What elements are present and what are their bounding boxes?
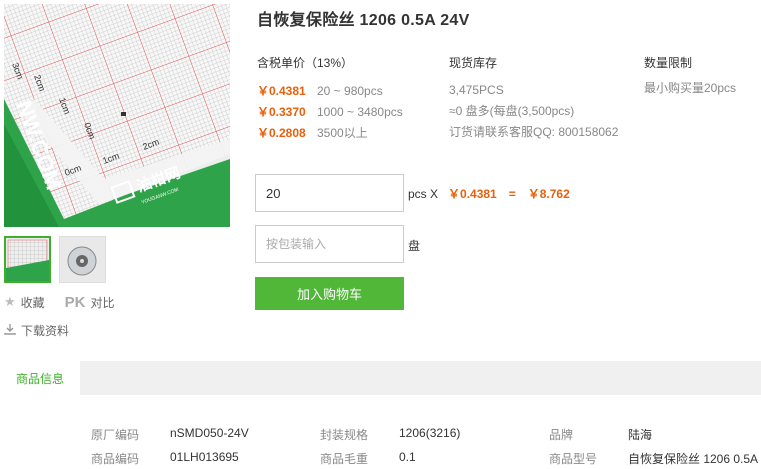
stock-contact: 订货请联系客服QQ: 800158062 <box>449 125 619 139</box>
tier-price: ￥0.2808 <box>257 126 306 140</box>
info-label: 商品编码 <box>91 452 140 466</box>
info-row: 商品编码 01LH013695 商品毛重 0.1 商品型号 自恢复保险丝 120… <box>0 450 761 469</box>
info-label: 封装规格 <box>320 428 369 442</box>
price-calculation: pcs X ￥0.4381 = ￥8.762 <box>408 185 570 202</box>
product-title: 自恢复保险丝 1206 0.5A 24V <box>257 12 470 29</box>
star-icon: ★ <box>4 294 16 309</box>
ruler-board-image: 0cm 1cm 2cm 3cm 2cm 1cm 0cm NW.COM 油柑网 Y… <box>4 4 230 227</box>
stock-reels: ≈0 盘多(每盘(3,500pcs) <box>449 104 575 118</box>
tier-quantity: 1000 ~ 3480pcs <box>317 104 403 119</box>
price-tier-row: ￥0.3370 1000 ~ 3480pcs <box>257 101 403 122</box>
info-value: 1206(3216) <box>399 426 461 440</box>
package-quantity-input[interactable] <box>255 225 404 263</box>
tier-quantity: 3500以上 <box>317 126 368 140</box>
pk-icon: PK <box>64 293 86 311</box>
side-actions: ★ 收藏 PK 对比 下载资料 <box>4 292 115 340</box>
tier-quantity: 20 ~ 980pcs <box>317 83 383 98</box>
info-value: 0.1 <box>399 450 416 464</box>
download-label: 下载资料 <box>21 323 70 338</box>
equals-sign: = <box>508 186 516 201</box>
info-label: 商品型号 <box>549 452 598 466</box>
thumbnail-ruler[interactable] <box>4 236 51 283</box>
price-tier-row: ￥0.2808 3500以上 <box>257 122 403 143</box>
thumbnail-reel[interactable] <box>59 236 106 283</box>
thumbnail-list <box>4 236 106 283</box>
price-tiers: ￥0.4381 20 ~ 980pcs ￥0.3370 1000 ~ 3480p… <box>257 80 403 143</box>
info-value: nSMD050-24V <box>170 426 249 440</box>
product-main-image: 0cm 1cm 2cm 3cm 2cm 1cm 0cm NW.COM 油柑网 Y… <box>4 4 230 227</box>
info-value: 陆海 <box>628 428 653 442</box>
stock-quantity: 3,475PCS <box>449 83 504 97</box>
price-tier-row: ￥0.4381 20 ~ 980pcs <box>257 80 403 101</box>
tier-price: ￥0.4381 <box>257 84 306 98</box>
stock-info: 3,475PCS ≈0 盘多(每盘(3,500pcs) 订货请联系客服QQ: 8… <box>449 80 618 143</box>
total-price: ￥8.762 <box>527 187 570 201</box>
limit-header: 数量限制 <box>644 56 693 70</box>
price-header: 含税单价（13%） <box>257 56 354 70</box>
stock-header: 现货库存 <box>449 56 498 70</box>
info-label: 商品毛重 <box>320 452 369 466</box>
download-icon <box>4 323 16 338</box>
add-to-cart-button[interactable]: 加入购物车 <box>255 277 404 310</box>
info-value: 01LH013695 <box>170 450 239 464</box>
compare-button[interactable]: PK 对比 <box>65 292 115 312</box>
compare-label: 对比 <box>90 295 115 310</box>
download-button[interactable]: 下载资料 <box>4 320 115 340</box>
info-label: 品牌 <box>549 428 574 442</box>
unit-price: ￥0.4381 <box>448 187 497 201</box>
quantity-unit: pcs X <box>408 186 439 201</box>
quantity-input[interactable] <box>255 174 404 212</box>
info-tab-bar: 商品信息 <box>0 361 761 395</box>
package-unit: 盘 <box>408 239 421 253</box>
info-label: 原厂编码 <box>91 428 140 442</box>
favorite-button[interactable]: ★ 收藏 <box>4 292 45 312</box>
tab-product-info[interactable]: 商品信息 <box>0 361 80 395</box>
info-value: 自恢复保险丝 1206 0.5A <box>628 452 759 466</box>
tier-price: ￥0.3370 <box>257 105 306 119</box>
min-order-text: 最小购买量20pcs <box>644 81 737 95</box>
product-info-table: 原厂编码 nSMD050-24V 封装规格 1206(3216) 品牌 陆海 商… <box>0 426 761 469</box>
info-row: 原厂编码 nSMD050-24V 封装规格 1206(3216) 品牌 陆海 <box>0 426 761 450</box>
favorite-label: 收藏 <box>20 295 45 310</box>
